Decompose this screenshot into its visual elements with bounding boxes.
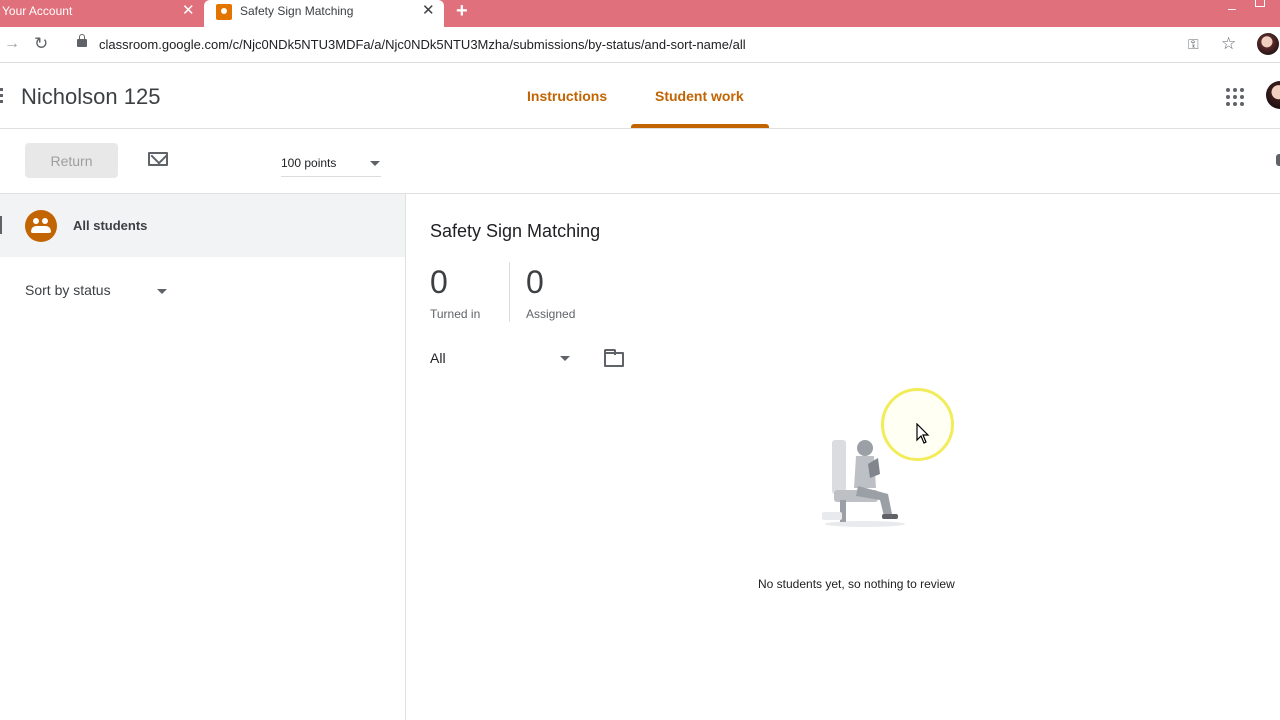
return-button[interactable]: Return: [25, 143, 118, 178]
tab-student-work[interactable]: Student work: [655, 88, 744, 104]
all-students-label: All students: [73, 218, 148, 233]
tab-instructions[interactable]: Instructions: [527, 88, 607, 104]
empty-state-message: No students yet, so nothing to review: [758, 577, 955, 591]
stat-divider: [509, 262, 510, 322]
chevron-down-icon[interactable]: [370, 161, 380, 166]
close-icon[interactable]: ✕: [422, 2, 435, 19]
student-list-panel: All students Sort by status: [0, 194, 406, 720]
email-icon[interactable]: [148, 152, 168, 166]
forward-icon[interactable]: →: [4, 35, 20, 53]
account-avatar[interactable]: [1266, 81, 1280, 109]
minimize-icon[interactable]: –: [1228, 0, 1236, 16]
filter-select[interactable]: All: [430, 350, 446, 366]
chevron-down-icon[interactable]: [560, 356, 570, 361]
folder-icon[interactable]: [604, 349, 624, 367]
reload-icon[interactable]: ↻: [34, 34, 48, 54]
address-bar: → ↻ classroom.google.com/c/Njc0NDk5NTU3M…: [0, 27, 1280, 63]
close-icon[interactable]: ✕: [182, 2, 195, 19]
classroom-favicon-icon: [216, 4, 232, 20]
points-select[interactable]: 100 points: [281, 156, 336, 170]
sort-select[interactable]: Sort by status: [25, 282, 111, 298]
star-icon[interactable]: ☆: [1221, 34, 1236, 54]
profile-avatar[interactable]: [1257, 33, 1279, 55]
people-icon: [25, 210, 57, 242]
assigned-count: 0: [526, 264, 544, 300]
all-students-row[interactable]: All students: [0, 194, 405, 257]
google-apps-icon[interactable]: [1226, 88, 1244, 106]
mouse-cursor-icon: [916, 423, 930, 444]
tab-title: Your Account: [2, 4, 73, 18]
url-field[interactable]: classroom.google.com/c/Njc0NDk5NTU3MDFa/…: [99, 37, 746, 52]
assignment-title: Safety Sign Matching: [430, 221, 601, 241]
grading-toolbar: Return 100 points: [0, 129, 1280, 194]
select-underline: [281, 176, 381, 177]
chevron-down-icon[interactable]: [157, 289, 167, 294]
turned-in-label: Turned in: [430, 307, 481, 321]
browser-tab-your-account[interactable]: Your Account ✕: [0, 0, 204, 27]
active-tab-indicator: [631, 124, 769, 128]
classroom-header: Nicholson 125 Instructions Student work: [0, 64, 1280, 129]
lock-icon[interactable]: [77, 34, 87, 47]
maximize-icon[interactable]: [1255, 0, 1265, 7]
menu-icon[interactable]: [0, 88, 3, 104]
assigned-label: Assigned: [526, 307, 576, 321]
turned-in-count: 0: [430, 264, 448, 300]
settings-icon[interactable]: [1276, 154, 1280, 166]
tab-title: Safety Sign Matching: [240, 4, 354, 18]
selected-marker: [0, 216, 2, 234]
browser-tab-safety-sign-matching[interactable]: Safety Sign Matching ✕: [204, 0, 444, 27]
browser-tab-strip: Your Account ✕ Safety Sign Matching ✕ + …: [0, 0, 1280, 27]
key-icon[interactable]: ⚿: [1188, 36, 1199, 53]
new-tab-icon[interactable]: +: [456, 1, 468, 21]
class-title[interactable]: Nicholson 125: [21, 84, 160, 110]
